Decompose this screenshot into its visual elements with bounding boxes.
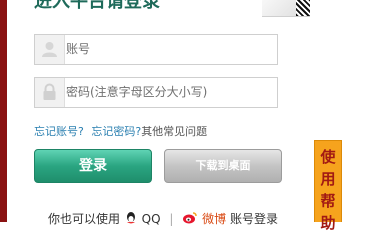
- login-title: 进入平台请登录: [34, 0, 160, 12]
- alt-login-prefix: 你也可以使用: [48, 212, 121, 226]
- login-button[interactable]: 登录: [34, 149, 152, 183]
- alt-login-suffix: 账号登录: [229, 212, 278, 226]
- password-input[interactable]: [66, 78, 274, 107]
- faq-link[interactable]: 其他常见问题: [141, 125, 207, 138]
- login-links: 忘记账号? 忘记密码?其他常见问题: [34, 123, 207, 139]
- username-field[interactable]: [34, 34, 278, 65]
- alt-login-row: 你也可以使用 QQ | 微博 账号登录: [48, 210, 278, 227]
- help-tab[interactable]: 使用帮助: [314, 140, 342, 232]
- ribbon-stripe: [296, 0, 310, 16]
- corner-ribbon: [262, 0, 310, 17]
- forgot-password-link[interactable]: 忘记密码?: [91, 125, 141, 138]
- alt-login-separator: |: [169, 212, 174, 226]
- qq-login-link[interactable]: QQ: [142, 212, 161, 226]
- left-accent-bar: [0, 0, 7, 222]
- password-field[interactable]: [34, 77, 278, 108]
- weibo-icon[interactable]: [182, 212, 202, 226]
- right-panel: [342, 0, 390, 222]
- forgot-account-link[interactable]: 忘记账号?: [34, 125, 84, 138]
- help-tab-label: 使用帮助: [320, 148, 336, 232]
- download-to-desktop-button[interactable]: 下载到桌面: [164, 149, 282, 183]
- user-icon: [35, 35, 65, 64]
- lock-icon: [35, 78, 65, 107]
- weibo-login-link[interactable]: 微博: [202, 212, 226, 226]
- qq-icon[interactable]: [124, 212, 142, 226]
- username-input[interactable]: [66, 35, 274, 64]
